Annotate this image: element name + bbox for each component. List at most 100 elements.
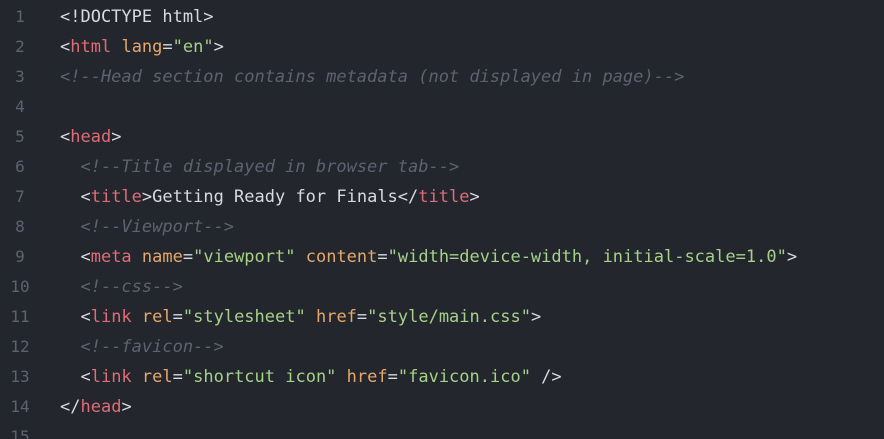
code-token-punct: </ [397,187,419,207]
code-token-punct: > [111,127,122,147]
code-token-punct: = [172,367,183,387]
line-number: 3 [15,67,25,86]
line-number: 2 [15,37,25,56]
line-number: 5 [15,127,25,146]
code-token-str: "style/main.css" [367,307,531,327]
code-token-punct [60,337,80,357]
code-token-tag: html [70,37,112,57]
code-token-cmt: <!--css--> [80,277,183,297]
code-line[interactable]: 14 </head> [0,392,884,422]
code-token-punct [132,307,142,327]
code-token-str: "en" [172,37,214,57]
code-token-punct: > [141,187,153,207]
code-text: <head> [60,122,121,152]
line-number: 14 [10,397,30,416]
code-token-punct: > [121,397,132,417]
code-token-tag: head [80,397,122,417]
code-token-text: Getting Ready for Finals [152,187,398,207]
code-token-attr: rel [141,307,173,327]
code-text: </head> [60,392,132,422]
line-number: 15 [10,427,30,439]
code-token-punct [132,247,142,267]
code-token-punct: > [213,37,224,57]
code-line[interactable]: 12 <!--favicon--> [0,332,884,362]
code-token-cmt: <!--favicon--> [80,337,224,357]
code-token-punct: < [60,127,71,147]
code-token-punct: /> [530,367,562,387]
line-number: 9 [15,247,25,266]
code-token-cmt: <!--Viewport--> [80,217,235,237]
code-token-str: "shortcut icon" [182,367,337,387]
code-token-punct: > [786,247,798,267]
line-number: 7 [15,187,25,206]
code-line[interactable]: 9 <meta name="viewport" content="width=d… [0,242,884,272]
code-token-punct: > [469,187,480,207]
code-token-tag: meta [90,247,132,267]
code-text: <html lang="en"> [60,32,224,62]
code-line[interactable]: 13 <link rel="shortcut icon" href="favic… [0,362,884,392]
code-token-attr: content [305,247,378,267]
code-token-punct: < [60,247,91,267]
line-number: 6 [15,157,25,176]
code-token-punct: = [387,367,398,387]
code-line[interactable]: 10 <!--css--> [0,272,884,302]
line-number: 12 [10,337,30,356]
code-token-tag: link [90,307,132,327]
code-token-punct [60,157,80,177]
code-token-punct: > [530,307,542,327]
code-token-punct [132,367,142,387]
code-token-cmt: <!--Head section contains metadata (not … [60,67,685,87]
code-token-tag: head [70,127,112,147]
code-token-punct: < [60,37,71,57]
code-text: <link rel="stylesheet" href="style/main.… [60,302,541,332]
code-token-attr: name [141,247,183,267]
code-text: <!--Head section contains metadata (not … [60,62,684,92]
line-number: 10 [10,277,30,296]
code-token-tag: link [90,367,132,387]
code-text: <!--favicon--> [60,332,224,362]
code-text: <meta name="viewport" content="width=dev… [60,242,797,272]
code-token-punct: = [182,247,194,267]
code-line[interactable]: 15 [0,422,884,439]
code-token-tag: title [90,187,142,207]
code-editor[interactable]: 1 <!DOCTYPE html> 2 <html lang="en"> 3 <!--He… [0,0,884,439]
code-line[interactable]: 1 <!DOCTYPE html> [0,2,884,32]
code-text: <link rel="shortcut icon" href="favicon.… [60,362,562,392]
code-token-attr: lang [121,37,163,57]
code-line[interactable]: 2 <html lang="en"> [0,32,884,62]
code-token-punct [111,37,121,57]
code-token-str: "viewport" [193,247,296,267]
code-line[interactable]: 3 <!--Head section contains metadata (not… [0,62,884,92]
code-token-cmt: <!--Title displayed in browser tab--> [80,157,460,177]
code-token-attr: href [346,367,388,387]
code-token-punct: = [162,37,173,57]
line-number: 8 [15,217,25,236]
code-token-punct [60,217,80,237]
code-token-punct: < [60,187,91,207]
code-token-str: "favicon.ico" [397,367,531,387]
code-token-punct: = [172,307,183,327]
code-token-attr: rel [141,367,173,387]
code-token-punct: < [60,307,91,327]
code-token-attr: href [315,307,357,327]
code-token-str: "stylesheet" [182,307,306,327]
code-token-punct: = [356,307,368,327]
code-text: <!--css--> [60,272,183,302]
code-token-punct: </ [60,397,81,417]
code-token-punct: <!DOCTYPE html> [60,7,214,27]
line-number: 11 [10,307,30,326]
code-line[interactable]: 4 [0,92,884,122]
code-line[interactable]: 7 <title>Getting Ready for Finals</title… [0,182,884,212]
code-text: <title>Getting Ready for Finals</title> [60,182,480,212]
code-token-punct: = [377,247,388,267]
code-token-punct [60,277,80,297]
line-number: 4 [15,97,25,116]
code-token-punct [336,367,346,387]
code-line[interactable]: 6 <!--Title displayed in browser tab--> [0,152,884,182]
line-number: 13 [10,367,30,386]
code-token-punct [295,247,305,267]
code-line[interactable]: 5 <head> [0,122,884,152]
code-line[interactable]: 8 <!--Viewport--> [0,212,884,242]
code-line[interactable]: 11 <link rel="stylesheet" href="style/ma… [0,302,884,332]
code-token-tag: title [418,187,470,207]
